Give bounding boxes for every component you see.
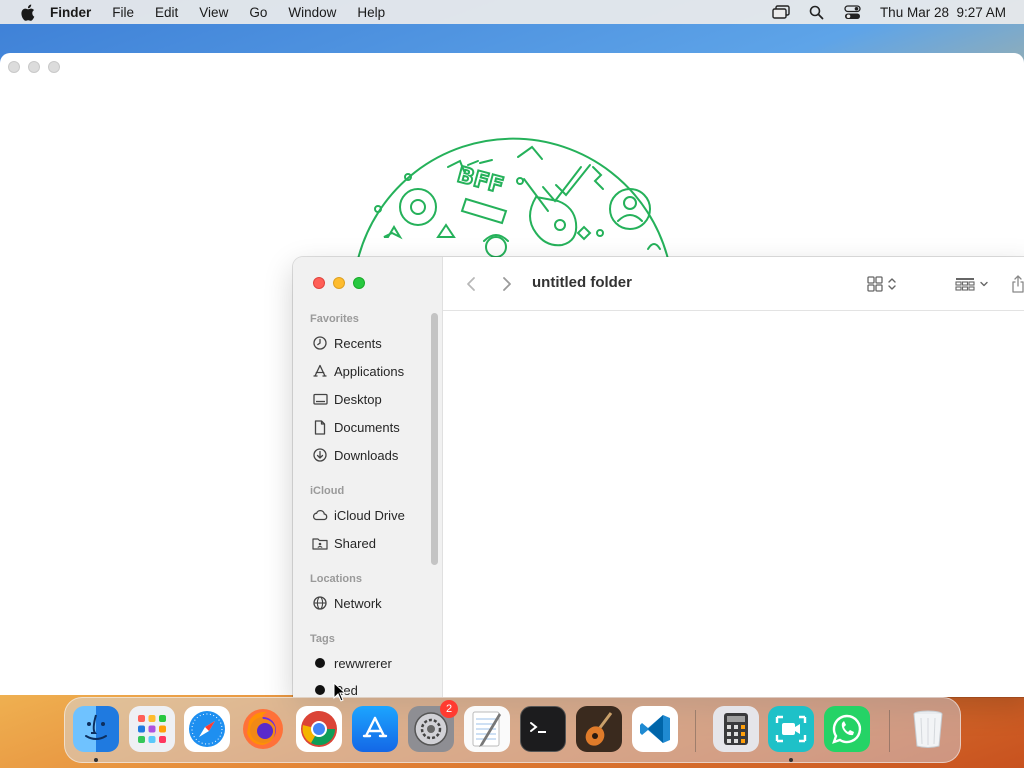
share-icon <box>1012 275 1024 293</box>
view-mode-button[interactable] <box>867 273 897 295</box>
sidebar-item-label: rewwrerer <box>334 655 392 671</box>
sidebar-item-label: Desktop <box>334 391 382 407</box>
applications-icon <box>312 363 328 379</box>
sidebar-item-label: Network <box>334 595 382 611</box>
cloud-icon <box>312 507 328 523</box>
sidebar-tag-rewwrerer[interactable]: rewwrerer <box>312 653 392 673</box>
dock-launchpad-icon[interactable] <box>129 706 175 752</box>
dock-separator <box>695 710 696 752</box>
sidebar-item-applications[interactable]: Applications <box>312 361 404 381</box>
sidebar-item-icloud-drive[interactable]: iCloud Drive <box>312 505 405 525</box>
doodle-illustration: BFF <box>357 137 669 259</box>
window-controls <box>313 277 365 289</box>
maximize-button-inactive[interactable] <box>48 61 60 73</box>
dock-vscode-icon[interactable] <box>632 706 678 752</box>
chevron-down-icon <box>980 281 988 287</box>
sidebar-item-label: Downloads <box>334 447 399 463</box>
finder-window: Favorites Recents Applications Desktop D… <box>293 257 1024 697</box>
dock-trash-icon[interactable] <box>905 706 951 752</box>
finder-toolbar: untitled folder <box>443 257 1024 311</box>
dock-terminal-icon[interactable] <box>520 706 566 752</box>
dock: 2 <box>64 697 961 763</box>
menu-edit[interactable]: Edit <box>155 5 178 20</box>
finder-content-area[interactable] <box>443 311 1024 697</box>
clock-icon <box>312 335 328 351</box>
dock-chrome-icon[interactable] <box>296 706 342 752</box>
section-favorites: Favorites <box>310 313 359 325</box>
sidebar-item-shared[interactable]: Shared <box>312 533 376 553</box>
finder-sidebar: Favorites Recents Applications Desktop D… <box>293 257 443 697</box>
globe-icon <box>312 595 328 611</box>
dock-firefox-icon[interactable] <box>240 706 286 752</box>
sidebar-item-desktop[interactable]: Desktop <box>312 389 382 409</box>
dock-app-store-icon[interactable] <box>352 706 398 752</box>
share-button[interactable] <box>1011 273 1024 295</box>
dock-facetime-icon[interactable] <box>768 706 814 752</box>
menu-app-name[interactable]: Finder <box>50 5 91 20</box>
mouse-cursor-icon <box>333 682 347 702</box>
dock-running-indicator <box>789 758 793 762</box>
sidebar-item-label: Shared <box>334 535 376 551</box>
tag-color-dot <box>315 685 325 695</box>
dock-running-indicator <box>94 758 98 762</box>
sidebar-item-label: Applications <box>334 363 405 379</box>
sidebar-item-downloads[interactable]: Downloads <box>312 445 398 465</box>
close-button[interactable] <box>313 277 325 289</box>
forward-button[interactable] <box>497 274 517 294</box>
window-title: untitled folder <box>532 274 632 291</box>
group-by-button[interactable] <box>955 273 989 295</box>
menu-help[interactable]: Help <box>357 5 385 20</box>
download-icon <box>312 447 328 463</box>
sidebar-scrollbar[interactable] <box>431 313 438 565</box>
menu-view[interactable]: View <box>199 5 228 20</box>
close-button-inactive[interactable] <box>8 61 20 73</box>
dock-system-settings-icon[interactable]: 2 <box>408 700 458 752</box>
minimize-button-inactive[interactable] <box>28 61 40 73</box>
desktop-icon <box>312 391 328 407</box>
spotlight-search-icon[interactable] <box>808 4 826 20</box>
menu-bar: Finder File Edit View Go Window Help Thu… <box>0 0 1024 24</box>
menu-datetime[interactable]: Thu Mar 28 9:27 AM <box>880 5 1006 20</box>
icon-view-icon <box>867 276 883 292</box>
back-button[interactable] <box>461 274 481 294</box>
dock-calculator-icon[interactable] <box>713 706 759 752</box>
sidebar-item-network[interactable]: Network <box>312 593 382 613</box>
sidebar-item-recents[interactable]: Recents <box>312 333 382 353</box>
screen-mirroring-icon[interactable] <box>772 4 790 20</box>
svg-text:BFF: BFF <box>454 163 506 199</box>
maximize-button[interactable] <box>353 277 365 289</box>
dock-whatsapp-icon[interactable] <box>824 706 870 752</box>
apple-menu-icon[interactable] <box>18 3 36 21</box>
chevron-updown-icon <box>888 278 896 290</box>
section-locations: Locations <box>310 573 362 585</box>
chevron-left-icon <box>467 277 475 291</box>
chevron-right-icon <box>503 277 511 291</box>
background-window-controls <box>8 61 60 73</box>
dock-separator <box>889 710 890 752</box>
document-icon <box>312 419 328 435</box>
sidebar-item-label: Recents <box>334 335 382 351</box>
minimize-button[interactable] <box>333 277 345 289</box>
dock-textedit-icon[interactable] <box>464 706 510 752</box>
menu-go[interactable]: Go <box>249 5 267 20</box>
dock-instruments-icon[interactable] <box>576 706 622 752</box>
dock-safari-icon[interactable] <box>184 706 230 752</box>
group-grid-icon <box>955 278 975 291</box>
menu-file[interactable]: File <box>112 5 134 20</box>
notification-badge: 2 <box>440 700 458 718</box>
shared-folder-icon <box>312 535 328 551</box>
sidebar-item-label: Documents <box>334 419 400 435</box>
control-center-icon[interactable] <box>844 4 862 20</box>
sidebar-item-label: iCloud Drive <box>334 507 405 523</box>
section-tags: Tags <box>310 633 335 645</box>
menu-window[interactable]: Window <box>288 5 336 20</box>
tag-color-dot <box>315 658 325 668</box>
sidebar-item-documents[interactable]: Documents <box>312 417 400 437</box>
dock-finder-icon[interactable] <box>73 706 119 752</box>
section-icloud: iCloud <box>310 485 345 497</box>
